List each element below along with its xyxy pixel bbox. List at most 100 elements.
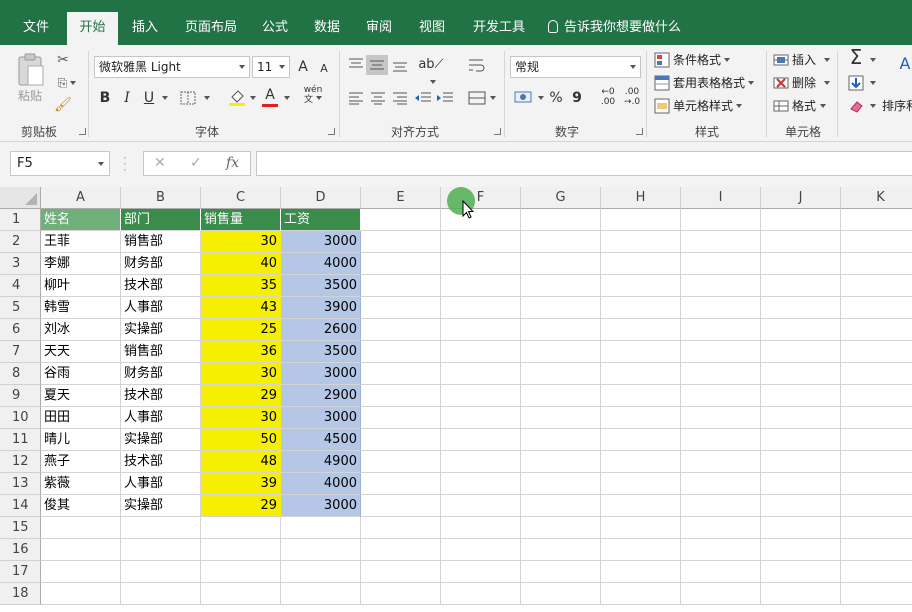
align-middle-button[interactable] <box>366 55 388 75</box>
column-header-c[interactable]: C <box>201 187 281 209</box>
format-cells-icon[interactable] <box>773 98 789 114</box>
cell-f17[interactable] <box>441 561 521 583</box>
cell-d16[interactable] <box>281 539 361 561</box>
row-header-14[interactable]: 14 <box>0 495 41 517</box>
cell-j17[interactable] <box>761 561 841 583</box>
row-header-10[interactable]: 10 <box>0 407 41 429</box>
cell-g1[interactable] <box>521 209 601 231</box>
cell-k7[interactable] <box>841 341 912 363</box>
column-header-g[interactable]: G <box>521 187 601 209</box>
cell-g8[interactable] <box>521 363 601 385</box>
cell-h6[interactable] <box>601 319 681 341</box>
cell-f3[interactable] <box>441 253 521 275</box>
insert-function-icon[interactable]: fx <box>226 155 239 171</box>
cell-j10[interactable] <box>761 407 841 429</box>
cell-h13[interactable] <box>601 473 681 495</box>
comma-style-button[interactable]: 9 <box>571 89 583 107</box>
merge-dropdown-icon[interactable] <box>486 89 496 107</box>
cell-b9[interactable]: 技术部 <box>121 385 201 407</box>
cell-c6[interactable]: 25 <box>201 319 281 341</box>
cell-h15[interactable] <box>601 517 681 539</box>
cell-i3[interactable] <box>681 253 761 275</box>
cell-h4[interactable] <box>601 275 681 297</box>
cell-a17[interactable] <box>41 561 121 583</box>
tab-page-layout[interactable]: 页面布局 <box>178 12 244 45</box>
cell-j3[interactable] <box>761 253 841 275</box>
wrap-text-icon[interactable] <box>468 57 486 73</box>
cell-d13[interactable]: 4000 <box>281 473 361 495</box>
cell-a9[interactable]: 夏天 <box>41 385 121 407</box>
cell-b14[interactable]: 实操部 <box>121 495 201 517</box>
cell-g16[interactable] <box>521 539 601 561</box>
copy-icon[interactable]: ⎘ <box>52 74 82 92</box>
cell-a16[interactable] <box>41 539 121 561</box>
align-bottom-icon[interactable] <box>392 57 408 73</box>
cell-d10[interactable]: 3000 <box>281 407 361 429</box>
cell-e16[interactable] <box>361 539 441 561</box>
cut-icon[interactable]: ✂ <box>54 51 72 69</box>
accounting-format-icon[interactable] <box>514 89 534 105</box>
cell-i14[interactable] <box>681 495 761 517</box>
cell-g12[interactable] <box>521 451 601 473</box>
cell-c18[interactable] <box>201 583 281 605</box>
cell-b16[interactable] <box>121 539 201 561</box>
insert-cells-icon[interactable] <box>773 52 789 68</box>
cell-h3[interactable] <box>601 253 681 275</box>
cell-c14[interactable]: 29 <box>201 495 281 517</box>
cell-d7[interactable]: 3500 <box>281 341 361 363</box>
row-header-17[interactable]: 17 <box>0 561 41 583</box>
cell-d5[interactable]: 3900 <box>281 297 361 319</box>
cell-i4[interactable] <box>681 275 761 297</box>
tab-file[interactable]: 文件 <box>12 12 60 45</box>
row-header-8[interactable]: 8 <box>0 363 41 385</box>
cell-d15[interactable] <box>281 517 361 539</box>
font-color-dropdown-icon[interactable] <box>280 89 290 107</box>
row-header-12[interactable]: 12 <box>0 451 41 473</box>
column-header-e[interactable]: E <box>361 187 441 209</box>
worksheet-grid[interactable]: A B C D E F G H I J K 1 姓名 部门 销售量 工资 2 王菲 销售部 30 3000 3 李娜 财务部 4… <box>0 187 912 612</box>
shrink-font-icon[interactable]: A <box>318 60 330 78</box>
paste-button[interactable]: 粘贴 <box>18 87 42 105</box>
cell-a2[interactable]: 王菲 <box>41 231 121 253</box>
cell-h2[interactable] <box>601 231 681 253</box>
cell-k12[interactable] <box>841 451 912 473</box>
cell-i10[interactable] <box>681 407 761 429</box>
cell-e17[interactable] <box>361 561 441 583</box>
cell-b13[interactable]: 人事部 <box>121 473 201 495</box>
cell-a6[interactable]: 刘冰 <box>41 319 121 341</box>
conditional-formatting-button[interactable]: 条件格式 <box>673 51 731 69</box>
cell-e2[interactable] <box>361 231 441 253</box>
cell-g6[interactable] <box>521 319 601 341</box>
cell-g10[interactable] <box>521 407 601 429</box>
clear-icon[interactable] <box>848 98 864 114</box>
cell-i11[interactable] <box>681 429 761 451</box>
cell-i2[interactable] <box>681 231 761 253</box>
cell-e18[interactable] <box>361 583 441 605</box>
cell-d18[interactable] <box>281 583 361 605</box>
cell-f8[interactable] <box>441 363 521 385</box>
enter-icon[interactable]: ✓ <box>190 155 202 171</box>
cell-h10[interactable] <box>601 407 681 429</box>
font-color-icon[interactable]: A <box>262 86 278 104</box>
cell-e10[interactable] <box>361 407 441 429</box>
column-header-d[interactable]: D <box>281 187 361 209</box>
cell-b5[interactable]: 人事部 <box>121 297 201 319</box>
row-header-13[interactable]: 13 <box>0 473 41 495</box>
row-header-6[interactable]: 6 <box>0 319 41 341</box>
cell-j15[interactable] <box>761 517 841 539</box>
tab-data[interactable]: 数据 <box>308 12 346 45</box>
cell-i18[interactable] <box>681 583 761 605</box>
cell-k17[interactable] <box>841 561 912 583</box>
cell-e12[interactable] <box>361 451 441 473</box>
format-as-table-button[interactable]: 套用表格格式 <box>673 74 755 92</box>
cell-e11[interactable] <box>361 429 441 451</box>
cell-j2[interactable] <box>761 231 841 253</box>
cell-j16[interactable] <box>761 539 841 561</box>
row-header-11[interactable]: 11 <box>0 429 41 451</box>
cell-k18[interactable] <box>841 583 912 605</box>
cell-f12[interactable] <box>441 451 521 473</box>
sort-filter-icon[interactable]: A <box>895 55 912 73</box>
borders-dropdown-icon[interactable] <box>200 89 210 107</box>
cell-i5[interactable] <box>681 297 761 319</box>
cell-b2[interactable]: 销售部 <box>121 231 201 253</box>
